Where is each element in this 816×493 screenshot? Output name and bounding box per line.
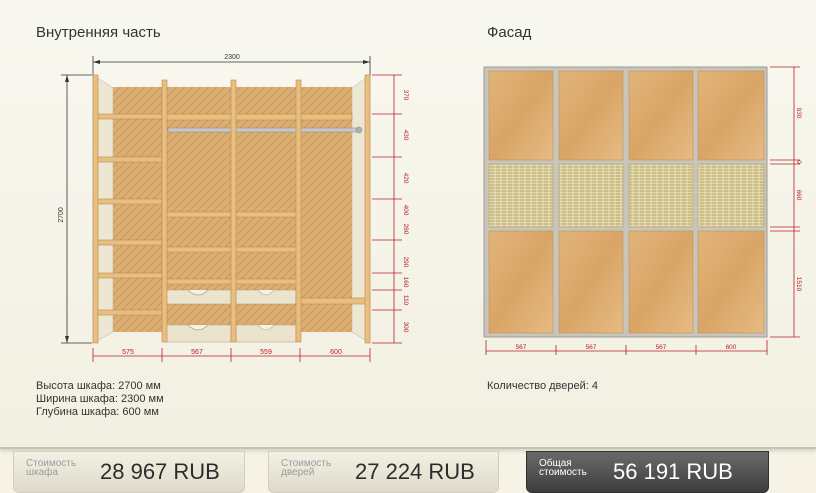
doors-cost-tab: Стоимость дверей 27 224 RUB — [268, 451, 499, 493]
facade-bottom-dim-2: 567 — [656, 344, 667, 351]
right-dim-3: 400 — [402, 205, 409, 216]
facade-right-dim-3: 1510 — [795, 277, 802, 292]
facade-right-dim-1: 0 — [795, 160, 802, 164]
spec-width: Ширина шкафа: 2300 мм — [36, 393, 164, 405]
bottom-dim-1: 567 — [191, 349, 203, 356]
right-dim-0: 370 — [402, 90, 409, 101]
hanging-rod — [167, 126, 363, 134]
right-dim-1: 430 — [402, 130, 409, 141]
cabinet-cost-label: Стоимость шкафа — [26, 458, 77, 478]
spec-depth: Глубина шкафа: 600 мм — [36, 406, 159, 418]
doors-cost-label: Стоимость дверей — [281, 458, 332, 478]
interior-title: Внутренняя часть — [36, 24, 161, 41]
interior-right-dimensions: 370 430 420 400 280 290 160 110 300 — [372, 74, 409, 344]
bottom-dim-3: 600 — [330, 349, 342, 356]
overall-width-label: 2300 — [224, 54, 240, 61]
door-4 — [697, 70, 765, 334]
door-1 — [488, 70, 554, 334]
spec-height: Высота шкафа: 2700 мм — [36, 380, 161, 392]
right-dim-2: 420 — [402, 173, 409, 184]
overall-height-label: 2700 — [58, 207, 65, 223]
facade-bottom-dimensions: 567 567 567 600 — [485, 340, 768, 355]
interior-drawing: 2300 2700 575 567 559 600 370 430 420 40… — [58, 54, 409, 362]
right-dim-6: 160 — [402, 277, 409, 288]
configurator-panel: Внутренняя часть Фасад 2300 2700 575 567… — [0, 0, 816, 449]
right-dim-7: 110 — [402, 295, 409, 306]
cabinet-cost-value: 28 967 RUB — [100, 459, 220, 484]
cabinet-cost-tab: Стоимость шкафа 28 967 RUB — [13, 451, 245, 493]
total-cost-label: Общая стоимость — [539, 458, 587, 478]
total-cost-value: 56 191 RUB — [613, 459, 733, 484]
facade-title: Фасад — [487, 24, 532, 41]
bottom-dim-2: 559 — [260, 349, 272, 356]
right-dim-5: 290 — [402, 257, 409, 268]
facade-bottom-dim-1: 567 — [586, 344, 597, 351]
interior-bottom-dimensions: 575 567 559 600 — [92, 348, 371, 362]
door-3 — [628, 70, 694, 334]
total-cost-tab: Общая стоимость 56 191 RUB — [526, 451, 769, 493]
facade-bottom-dim-3: 600 — [726, 344, 737, 351]
cabinet-specs: Высота шкафа: 2700 мм Ширина шкафа: 2300… — [36, 380, 164, 419]
facade-drawing: 567 567 567 600 930 0 660 1510 — [483, 66, 802, 355]
facade-bottom-dim-0: 567 — [516, 344, 527, 351]
facade-right-dimensions: 930 0 660 1510 — [770, 66, 802, 338]
overall-width-dimension: 2300 — [92, 54, 371, 78]
doors-count: Количество дверей: 4 — [487, 380, 598, 392]
door-2 — [558, 70, 624, 334]
right-dim-4: 280 — [402, 224, 409, 235]
overall-height-dimension: 2700 — [58, 74, 92, 344]
doors-cost-value: 27 224 RUB — [355, 459, 475, 484]
facade-right-dim-0: 930 — [795, 108, 802, 119]
facade-right-dim-2: 660 — [795, 190, 802, 201]
right-dim-8: 300 — [402, 322, 409, 333]
bottom-dim-0: 575 — [122, 349, 134, 356]
